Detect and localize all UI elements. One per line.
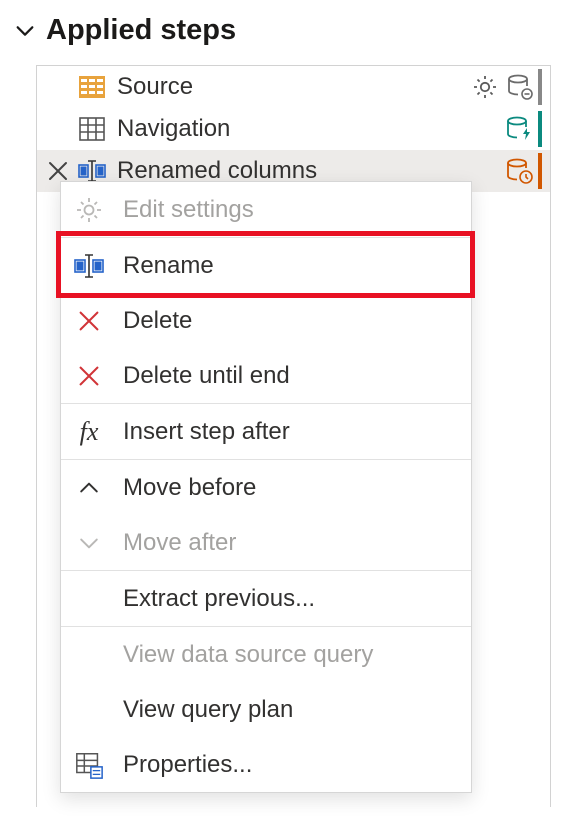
menu-label: Move after: [123, 529, 236, 557]
x-icon: [73, 305, 105, 337]
menu-view-data-source-query: View data source query: [61, 627, 471, 682]
menu-delete[interactable]: Delete: [61, 293, 471, 348]
blank-icon: [73, 583, 105, 615]
database-lightning-icon: [504, 114, 534, 144]
menu-label: Extract previous...: [123, 585, 315, 613]
blank-icon: [73, 639, 105, 671]
menu-move-after: Move after: [61, 515, 471, 570]
table-icon: [77, 114, 107, 144]
step-trail: [504, 111, 542, 147]
menu-label: Move before: [123, 474, 256, 502]
menu-label: Insert step after: [123, 418, 290, 446]
step-row[interactable]: Navigation: [37, 108, 550, 150]
menu-extract-previous[interactable]: Extract previous...: [61, 571, 471, 626]
step-label: Source: [117, 73, 470, 101]
step-trail: [470, 69, 542, 105]
step-trail: [504, 153, 542, 189]
status-bar: [538, 111, 542, 147]
menu-delete-until-end[interactable]: Delete until end: [61, 348, 471, 403]
database-clock-icon: [504, 156, 534, 186]
x-icon: [73, 360, 105, 392]
rename-icon: [73, 250, 105, 282]
menu-label: View data source query: [123, 641, 373, 669]
blank-icon: [73, 694, 105, 726]
context-menu: Edit settings Rename Delete Delete until…: [60, 181, 472, 793]
gear-icon[interactable]: [470, 72, 500, 102]
step-row[interactable]: Source: [37, 66, 550, 108]
properties-icon: [73, 749, 105, 781]
menu-edit-settings: Edit settings: [61, 182, 471, 237]
step-label: Navigation: [117, 115, 504, 143]
menu-label: Delete: [123, 307, 192, 335]
database-icon: [504, 72, 534, 102]
source-table-icon: [77, 72, 107, 102]
menu-label: Edit settings: [123, 196, 254, 224]
chevron-up-icon: [73, 472, 105, 504]
section-header[interactable]: Applied steps: [0, 0, 575, 57]
menu-properties[interactable]: Properties...: [61, 737, 471, 792]
chevron-down-icon: [73, 527, 105, 559]
menu-view-query-plan[interactable]: View query plan: [61, 682, 471, 737]
status-bar: [538, 69, 542, 105]
fx-icon: fx: [73, 416, 105, 448]
section-title: Applied steps: [46, 14, 236, 47]
menu-move-before[interactable]: Move before: [61, 460, 471, 515]
status-bar: [538, 153, 542, 189]
menu-label: Rename: [123, 252, 214, 280]
menu-label: View query plan: [123, 696, 293, 724]
menu-label: Properties...: [123, 751, 252, 779]
menu-insert-step-after[interactable]: fx Insert step after: [61, 404, 471, 459]
menu-label: Delete until end: [123, 362, 290, 390]
gear-icon: [73, 194, 105, 226]
chevron-down-icon: [14, 20, 36, 42]
menu-rename[interactable]: Rename: [61, 238, 471, 293]
